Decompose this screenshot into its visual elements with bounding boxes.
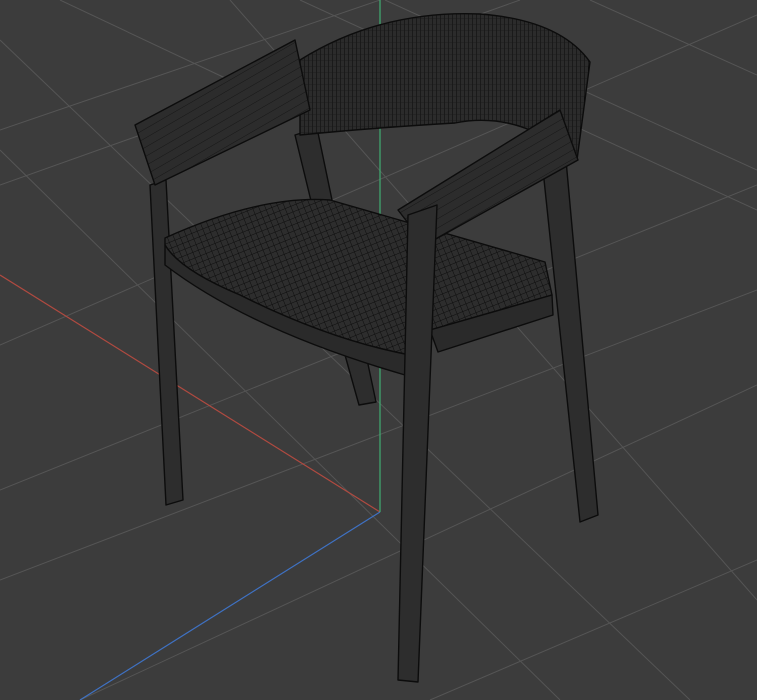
z-axis-line: [79, 511, 381, 700]
back-left-leg[interactable]: [149, 179, 184, 506]
left-armrest[interactable]: [134, 39, 311, 186]
3d-viewport[interactable]: [0, 0, 757, 700]
back-right-leg[interactable]: [542, 159, 599, 523]
left-armrest-post[interactable]: [294, 127, 333, 206]
viewport-scene[interactable]: [0, 0, 757, 700]
chair-model[interactable]: [134, 13, 599, 683]
